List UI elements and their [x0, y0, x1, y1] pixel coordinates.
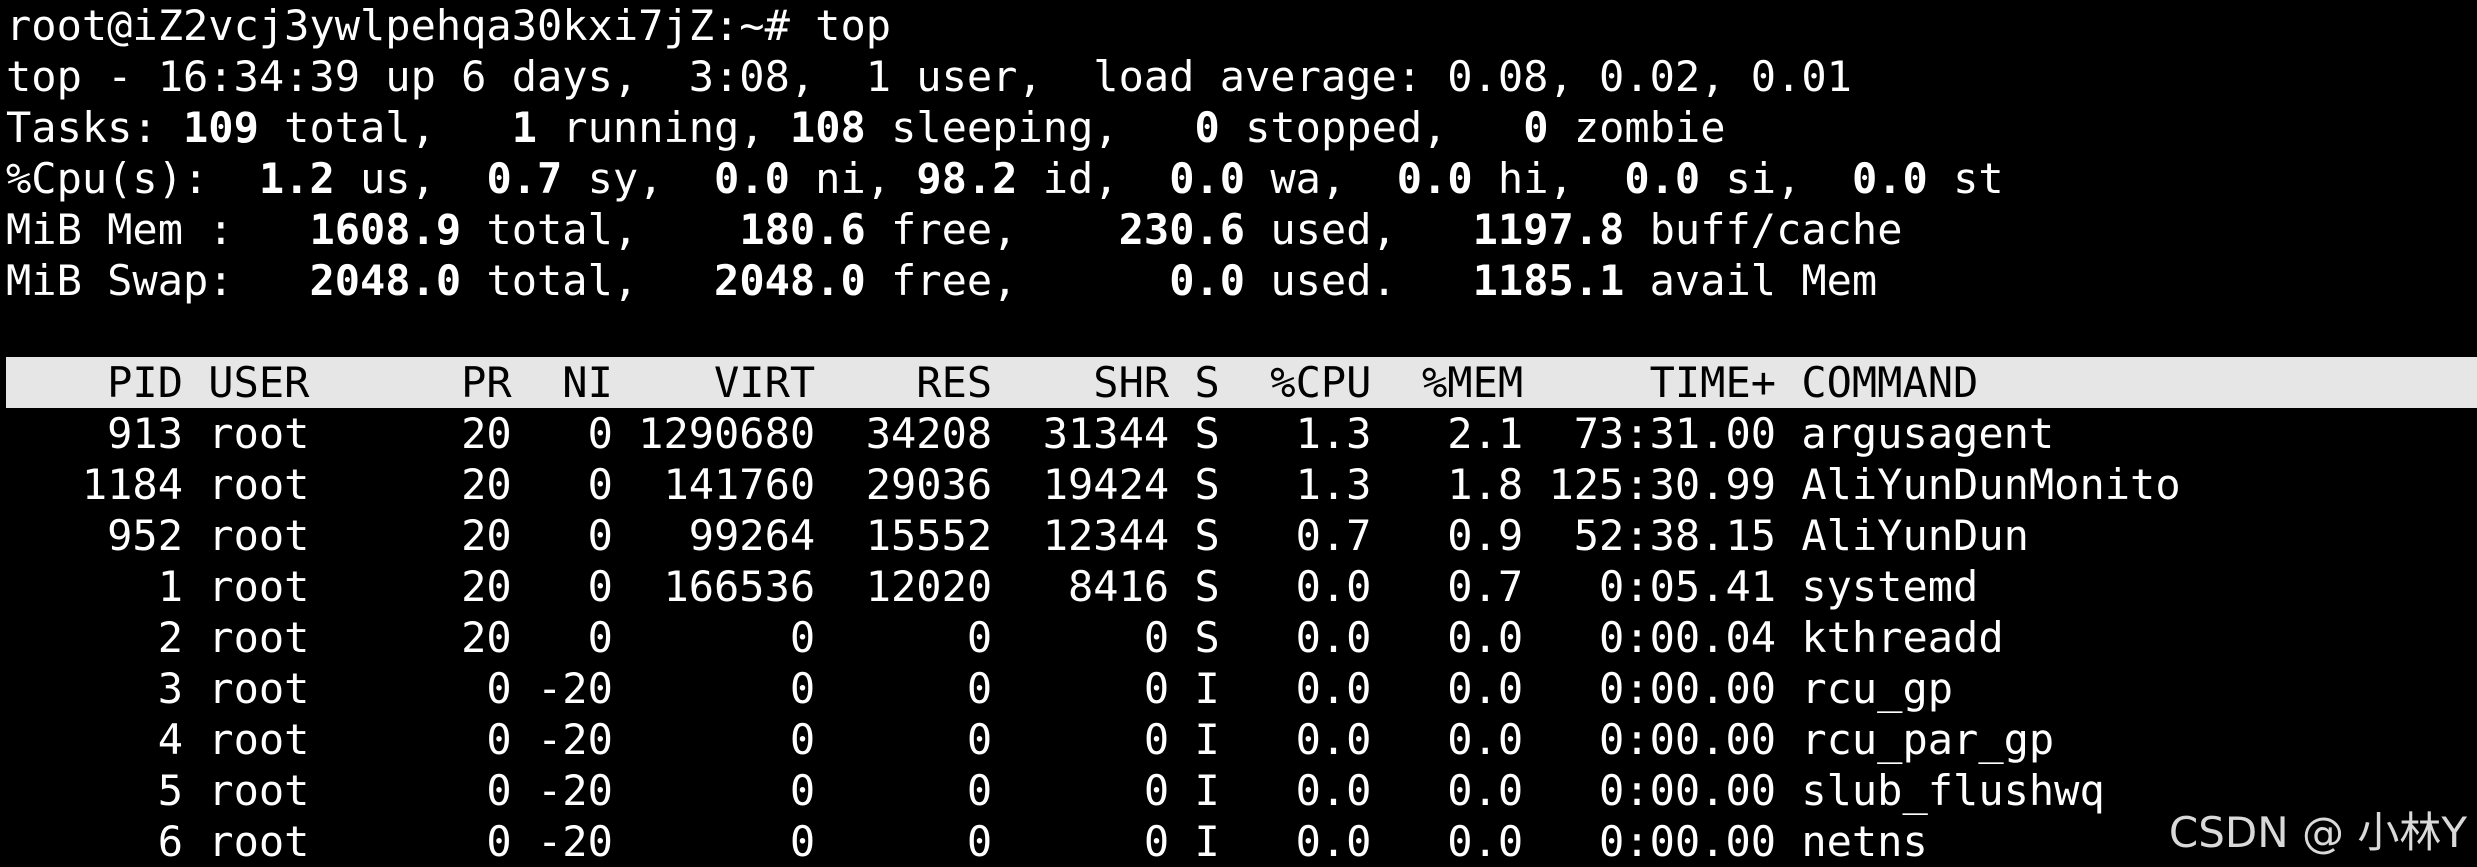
- mem-used-value: 230.6: [1118, 205, 1246, 254]
- process-row: 5 root 0 -20 0 0 0 I 0.0 0.0 0:00.00 slu…: [6, 766, 2105, 815]
- tasks-zombie-label: zombie: [1548, 103, 1726, 152]
- mem-buff-value: 1197.8: [1472, 205, 1625, 254]
- cpu-id-value: 98.2: [916, 154, 1018, 203]
- shell-prompt-line: root@iZ2vcj3ywlpehqa30kxi7jZ:~# top: [6, 1, 892, 50]
- tasks-label: Tasks:: [6, 103, 184, 152]
- process-row: 1 root 20 0 166536 12020 8416 S 0.0 0.7 …: [6, 562, 1979, 611]
- cpu-ni-value: 0.0: [714, 154, 790, 203]
- mem-buff-label: buff/cache: [1624, 205, 1903, 254]
- cpu-sy-value: 0.7: [486, 154, 563, 203]
- tasks-stopped-value: 0: [1194, 103, 1220, 152]
- cpu-hi-label: hi,: [1472, 154, 1625, 203]
- swap-free-value: 2048.0: [714, 256, 866, 305]
- swap-line: MiB Swap: 2048.0 total, 2048.0 free, 0.0…: [6, 255, 1877, 306]
- process-row: 1184 root 20 0 141760 29036 19424 S 1.3 …: [6, 460, 2181, 509]
- tasks-stopped-label: stopped,: [1219, 103, 1524, 152]
- mem-free-value: 180.6: [739, 205, 866, 254]
- process-row: 6 root 0 -20 0 0 0 I 0.0 0.0 0:00.00 net…: [6, 817, 1928, 866]
- swap-avail-value: 1185.1: [1472, 256, 1625, 305]
- cpu-hi-value: 0.0: [1396, 154, 1473, 203]
- cpu-si-label: si,: [1700, 154, 1852, 203]
- cpu-id-label: id,: [1017, 154, 1170, 203]
- swap-label: MiB Swap:: [6, 256, 310, 305]
- tasks-total-label: total,: [258, 103, 512, 152]
- swap-used-label: used.: [1245, 256, 1473, 305]
- cpu-us-value: 1.2: [258, 154, 335, 203]
- process-table-header-text: PID USER PR NI VIRT RES SHR S %CPU %MEM …: [6, 358, 1979, 407]
- cpu-label: %Cpu(s):: [6, 154, 259, 203]
- swap-total-value: 2048.0: [309, 256, 462, 305]
- cpu-wa-label: wa,: [1245, 154, 1397, 203]
- cpu-st-value: 0.0: [1851, 154, 1928, 203]
- process-row: 952 root 20 0 99264 15552 12344 S 0.7 0.…: [6, 511, 2029, 560]
- tasks-total-value: 109: [183, 103, 259, 152]
- tasks-running-value: 1: [511, 103, 538, 152]
- cpu-si-value: 0.0: [1624, 154, 1701, 203]
- cpu-wa-value: 0.0: [1169, 154, 1246, 203]
- process-row: 2 root 20 0 0 0 0 S 0.0 0.0 0:00.04 kthr…: [6, 613, 2004, 662]
- swap-free-label: free,: [865, 256, 1170, 305]
- cpu-ni-label: ni,: [789, 154, 917, 203]
- process-row: 3 root 0 -20 0 0 0 I 0.0 0.0 0:00.00 rcu…: [6, 664, 1954, 713]
- process-table-header: PID USER PR NI VIRT RES SHR S %CPU %MEM …: [6, 357, 2477, 408]
- cpu-us-label: us,: [334, 154, 487, 203]
- uptime-load-line: top - 16:34:39 up 6 days, 3:08, 1 user, …: [6, 52, 1852, 101]
- cpu-line: %Cpu(s): 1.2 us, 0.7 sy, 0.0 ni, 98.2 id…: [6, 153, 2004, 204]
- csdn-watermark: CSDN @ 小林Y: [2168, 808, 2467, 857]
- cpu-sy-label: sy,: [562, 154, 715, 203]
- mem-free-label: free,: [865, 205, 1119, 254]
- tasks-sleeping-label: sleeping,: [865, 103, 1195, 152]
- swap-used-value: 0.0: [1169, 256, 1246, 305]
- cpu-st-label: st: [1927, 154, 2004, 203]
- swap-total-label: total,: [461, 256, 715, 305]
- swap-avail-label: avail Mem: [1624, 256, 1878, 305]
- mem-total-value: 1608.9: [309, 205, 462, 254]
- mem-total-label: total,: [461, 205, 740, 254]
- process-row: 913 root 20 0 1290680 34208 31344 S 1.3 …: [6, 409, 2055, 458]
- mem-used-label: used,: [1245, 205, 1473, 254]
- process-row: 4 root 0 -20 0 0 0 I 0.0 0.0 0:00.00 rcu…: [6, 715, 2055, 764]
- memory-line: MiB Mem : 1608.9 total, 180.6 free, 230.…: [6, 204, 1903, 255]
- tasks-running-label: running,: [537, 103, 790, 152]
- tasks-line: Tasks: 109 total, 1 running, 108 sleepin…: [6, 102, 1726, 153]
- tasks-zombie-value: 0: [1523, 103, 1549, 152]
- mem-label: MiB Mem :: [6, 205, 310, 254]
- tasks-sleeping-value: 108: [789, 103, 866, 152]
- terminal-window[interactable]: root@iZ2vcj3ywlpehqa30kxi7jZ:~# top top …: [0, 0, 2477, 866]
